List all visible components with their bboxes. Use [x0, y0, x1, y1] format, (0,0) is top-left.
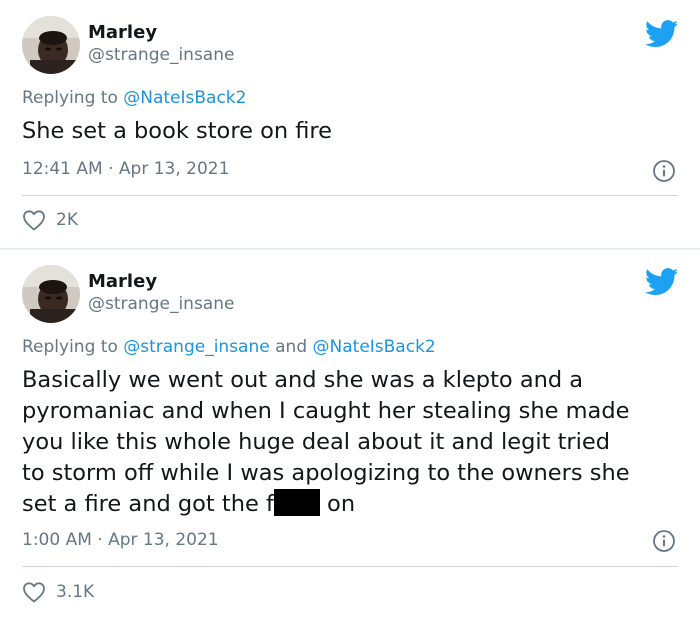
- heart-icon[interactable]: [22, 209, 46, 231]
- tweet-timestamp[interactable]: 1:00 AM · Apr 13, 2021: [22, 530, 219, 550]
- tweet-text-line: to storm off while I was apologizing to …: [22, 460, 630, 486]
- tweet-text: She set a book store on fire: [22, 118, 333, 144]
- twitter-bird-icon[interactable]: [644, 20, 679, 48]
- replying-prefix: Replying to: [22, 337, 124, 357]
- info-icon[interactable]: [652, 529, 676, 553]
- tweet-text-fragment: on: [319, 491, 356, 517]
- like-button[interactable]: 3.1K: [22, 581, 94, 603]
- author-handle[interactable]: @strange_insane: [88, 45, 234, 65]
- avatar[interactable]: [22, 265, 80, 323]
- avatar[interactable]: [22, 16, 80, 74]
- like-count: 2K: [56, 210, 78, 230]
- author-name[interactable]: Marley: [88, 271, 157, 292]
- tweet-text-line: pyromaniac and when I caught her stealin…: [22, 398, 630, 424]
- mention-link[interactable]: @NateIsBack2: [313, 337, 436, 357]
- date-separator: ·: [91, 530, 109, 550]
- like-count: 3.1K: [56, 582, 95, 602]
- tweet-date[interactable]: Apr 13, 2021: [119, 159, 230, 179]
- tweet-text-line: set a fire and got the f on: [22, 489, 682, 520]
- replying-to: Replying to @NateIsBack2: [22, 88, 246, 108]
- tweet-card[interactable]: Marley @strange_insane Replying to @stra…: [0, 250, 700, 621]
- mention-link[interactable]: @strange_insane: [123, 337, 269, 357]
- tweet-timestamp[interactable]: 12:41 AM · Apr 13, 2021: [22, 159, 229, 179]
- tweet-text-line: you like this whole huge deal about it a…: [22, 429, 611, 455]
- tweet-time[interactable]: 12:41 AM: [22, 159, 103, 179]
- tweet-time[interactable]: 1:00 AM: [22, 530, 92, 550]
- tweet-text-line: Basically we went out and she was a klep…: [22, 367, 584, 393]
- tweet-text-fragment: set a fire and got the f: [22, 491, 274, 517]
- tweet-text: Basically we went out and she was a klep…: [22, 365, 682, 520]
- like-button[interactable]: 2K: [22, 209, 78, 231]
- tweet-date[interactable]: Apr 13, 2021: [108, 530, 219, 550]
- divider: [22, 566, 678, 567]
- replying-prefix: Replying to: [22, 88, 124, 108]
- heart-icon[interactable]: [22, 581, 46, 603]
- date-separator: ·: [102, 159, 119, 179]
- divider: [22, 195, 678, 196]
- info-icon[interactable]: [652, 159, 676, 183]
- twitter-bird-icon[interactable]: [644, 268, 679, 296]
- replying-joiner: and: [269, 337, 313, 357]
- mention-link[interactable]: @NateIsBack2: [123, 88, 246, 108]
- author-name[interactable]: Marley: [88, 22, 157, 43]
- author-handle[interactable]: @strange_insane: [88, 294, 234, 314]
- redaction-bar: [273, 489, 320, 516]
- tweet-card[interactable]: Marley @strange_insane Replying to @Nate…: [0, 0, 700, 248]
- replying-to: Replying to @strange_insane and @NateIsB…: [22, 337, 436, 357]
